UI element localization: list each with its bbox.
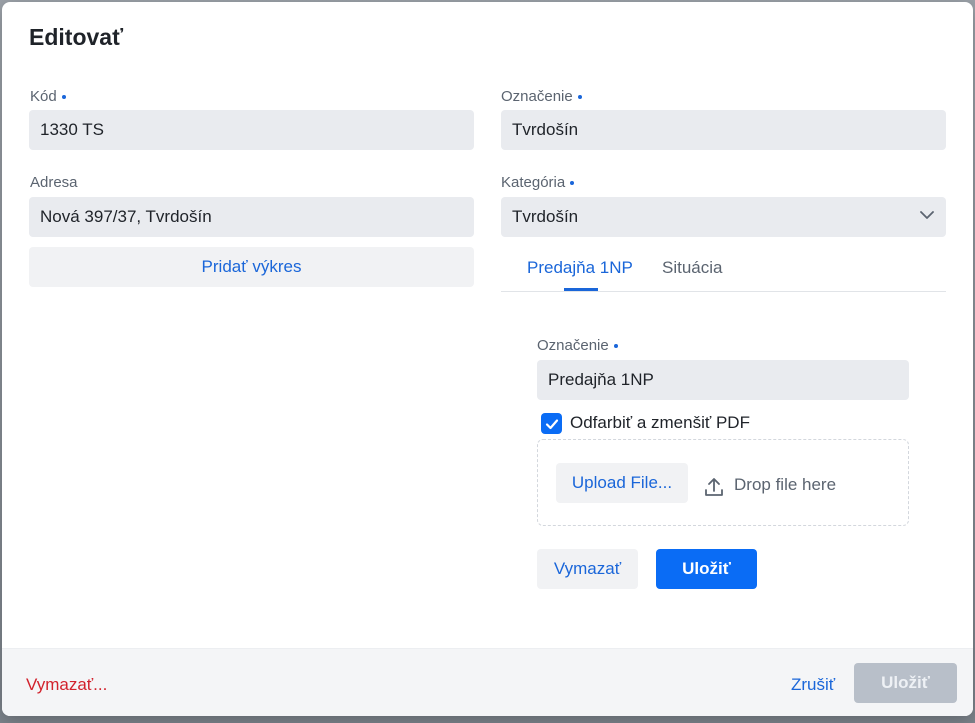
save-button[interactable]: Uložiť xyxy=(854,663,957,703)
drawing-oznacenie-label-text: Označenie xyxy=(537,337,609,354)
active-tab-indicator xyxy=(564,288,598,291)
oznacenie-label: Označenie xyxy=(501,88,582,105)
kod-label-text: Kód xyxy=(30,88,57,105)
chevron-down-icon xyxy=(920,211,934,219)
tab-situacia[interactable]: Situácia xyxy=(662,258,722,278)
adresa-label-text: Adresa xyxy=(30,174,78,191)
kategoria-label: Kategória xyxy=(501,174,575,191)
drawing-oznacenie-label: Označenie xyxy=(537,337,618,354)
drawing-oznacenie-field[interactable]: Predajňa 1NP xyxy=(537,360,909,400)
delete-drawing-label: Vymazať xyxy=(553,559,622,578)
dialog-footer: Vymazať... Zrušiť Uložiť xyxy=(2,648,973,716)
upload-icon xyxy=(705,478,723,496)
kategoria-label-text: Kategória xyxy=(501,174,566,191)
kategoria-select[interactable]: Tvrdošín xyxy=(501,197,946,237)
save-button-label: Uložiť xyxy=(881,673,930,692)
adresa-field[interactable]: Nová 397/37, Tvrdošín xyxy=(29,197,474,237)
checkmark-icon xyxy=(545,418,558,429)
footer-delete-button[interactable]: Vymazať... xyxy=(26,675,107,695)
drawing-tabs: Predajňa 1NP Situácia xyxy=(501,246,946,292)
required-dot-icon xyxy=(613,344,618,348)
upload-file-label: Upload File... xyxy=(571,473,673,492)
required-dot-icon xyxy=(577,95,582,99)
add-drawing-button[interactable]: Pridať výkres xyxy=(29,247,474,287)
tab-predajna-1np[interactable]: Predajňa 1NP xyxy=(527,258,633,278)
file-dropzone[interactable]: Upload File... Drop file here xyxy=(537,439,909,526)
upload-file-button[interactable]: Upload File... xyxy=(556,463,688,503)
kategoria-value: Tvrdošín xyxy=(512,207,579,226)
adresa-label: Adresa xyxy=(30,174,78,191)
decolor-checkbox-label[interactable]: Odfarbiť a zmenšiť PDF xyxy=(570,413,750,433)
decolor-checkbox[interactable] xyxy=(541,413,562,434)
drawing-oznacenie-value: Predajňa 1NP xyxy=(548,370,654,389)
oznacenie-label-text: Označenie xyxy=(501,88,573,105)
save-drawing-label: Uložiť xyxy=(682,559,731,578)
adresa-value: Nová 397/37, Tvrdošín xyxy=(40,207,212,226)
required-dot-icon xyxy=(570,181,575,185)
oznacenie-value: Tvrdošín xyxy=(512,120,579,139)
kod-field[interactable]: 1330 TS xyxy=(29,110,474,150)
kod-label: Kód xyxy=(30,88,66,105)
oznacenie-field[interactable]: Tvrdošín xyxy=(501,110,946,150)
edit-dialog: Editovať Kód 1330 TS Adresa Nová 397/37,… xyxy=(2,2,973,716)
drop-file-text: Drop file here xyxy=(734,475,837,494)
save-drawing-button[interactable]: Uložiť xyxy=(656,549,757,589)
add-drawing-label: Pridať výkres xyxy=(201,257,302,276)
kod-value: 1330 TS xyxy=(40,120,104,139)
cancel-button[interactable]: Zrušiť xyxy=(791,675,835,695)
required-dot-icon xyxy=(61,95,66,99)
delete-drawing-button[interactable]: Vymazať xyxy=(537,549,638,589)
dialog-title: Editovať xyxy=(29,24,124,50)
